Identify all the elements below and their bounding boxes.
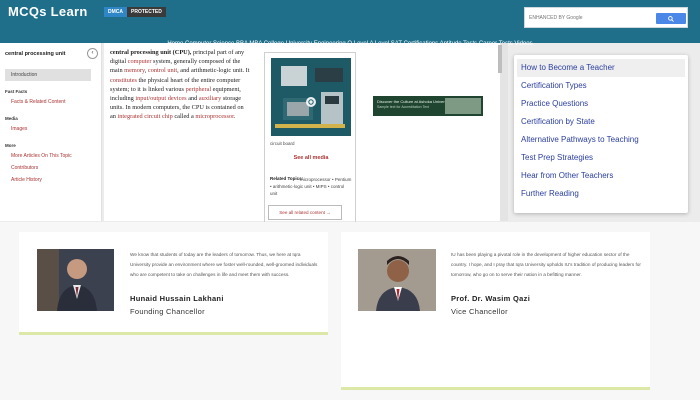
menu-item-certification-types[interactable]: Certification Types [517, 77, 685, 95]
menu-item-practice-questions[interactable]: Practice Questions [517, 95, 685, 113]
see-all-media-link[interactable]: See all media [265, 155, 357, 161]
article-body: central processing unit (CPU), principal… [104, 43, 256, 221]
collapse-icon[interactable]: ‹ [87, 48, 98, 59]
article-term: central processing unit (CPU), [110, 49, 192, 56]
sidebar-item-contributors[interactable]: Contributors [11, 165, 38, 171]
menu-item-alternative-pathways[interactable]: Alternative Pathways to Teaching [517, 131, 685, 149]
vice-chancellor-photo [358, 249, 436, 311]
menu-item-test-prep[interactable]: Test Prep Strategies [517, 149, 685, 167]
sidebar-heading-media: Media [5, 116, 18, 121]
search-box [524, 7, 688, 28]
sidebar-item-more-articles[interactable]: More Articles On This Topic [11, 153, 72, 159]
article-sidebar: central processing unit ‹ Introduction F… [0, 43, 102, 221]
link-microprocessor[interactable]: microprocessor [195, 113, 233, 120]
vice-chancellor-role: Vice Chancellor [451, 307, 508, 316]
infobox-panel: circuit board See all media Related Topi… [256, 43, 364, 234]
link-control-unit[interactable]: control unit [148, 67, 177, 74]
search-button[interactable] [656, 13, 686, 24]
main-nav: Home Computer Science BBA MBA College Un… [0, 32, 700, 47]
sidebar-item-history[interactable]: Article History [11, 177, 42, 183]
ad-subline: Sample text for Accreditation Text [377, 105, 429, 109]
middle-panel [364, 43, 500, 221]
chancellor-photo [37, 249, 114, 311]
vice-chancellor-name: Prof. Dr. Wasim Qazi [451, 294, 531, 303]
ad-banner[interactable]: Discover the Culture at Ashoka Universit… [373, 96, 483, 116]
chancellor-name: Hunaid Hussain Lakhani [130, 294, 224, 303]
sidebar-item-images[interactable]: Images [11, 126, 27, 132]
sidebar-heading-more: More [5, 143, 16, 148]
link-auxiliary[interactable]: auxiliary [199, 95, 221, 102]
see-related-button[interactable]: See all related content → [268, 205, 342, 220]
dmca-badge[interactable]: DMCA PROTECTED [104, 7, 166, 17]
card-accent-bar [19, 332, 328, 335]
search-input[interactable] [529, 13, 639, 23]
sidebar-item-introduction[interactable]: Introduction [5, 69, 91, 81]
link-constitutes[interactable]: constitutes [110, 77, 137, 84]
circuit-board-icon [271, 58, 351, 136]
link-peripheral[interactable]: peripheral [186, 86, 212, 93]
chancellor-role: Founding Chancellor [130, 307, 205, 316]
related-topics-list[interactable]: microprocessor • Pentium • arithmetic-lo… [270, 176, 352, 197]
image-caption: circuit board [270, 141, 295, 146]
link-integrated-circuit[interactable]: integrated circuit chip [118, 113, 173, 120]
menu-item-become-teacher[interactable]: How to Become a Teacher [517, 59, 685, 77]
site-logo[interactable]: MCQs Learn [8, 4, 88, 19]
teacher-topics-menu: How to Become a Teacher Certification Ty… [514, 55, 688, 213]
circuit-board-image[interactable] [271, 58, 351, 136]
chancellor-quote: We know that students of today are the l… [130, 252, 318, 277]
ad-image [445, 98, 481, 114]
vice-chancellor-quote: IU has been playing a pivotal role in th… [451, 252, 641, 277]
search-icon [668, 16, 674, 22]
sidebar-title: central processing unit [5, 51, 66, 57]
link-memory[interactable]: memory [124, 67, 145, 74]
sidebar-item-facts[interactable]: Facts & Related Content [11, 99, 65, 105]
menu-item-certification-state[interactable]: Certification by State [517, 113, 685, 131]
header-bar: MCQs Learn DMCA PROTECTED [0, 0, 700, 32]
menu-item-hear-teachers[interactable]: Hear from Other Teachers [517, 167, 685, 185]
card-accent-bar [341, 387, 650, 390]
sidebar-heading-fast-facts: Fast Facts [5, 89, 28, 94]
menu-item-further-reading[interactable]: Further Reading [517, 185, 685, 203]
link-io-devices[interactable]: input/output devices [135, 95, 186, 102]
ad-headline: Discover the Culture at Ashoka Universit… [377, 99, 451, 104]
protected-label: PROTECTED [127, 7, 166, 17]
dmca-label: DMCA [104, 7, 127, 17]
link-computer[interactable]: computer [128, 58, 152, 65]
scrollbar-thumb[interactable] [498, 45, 502, 73]
